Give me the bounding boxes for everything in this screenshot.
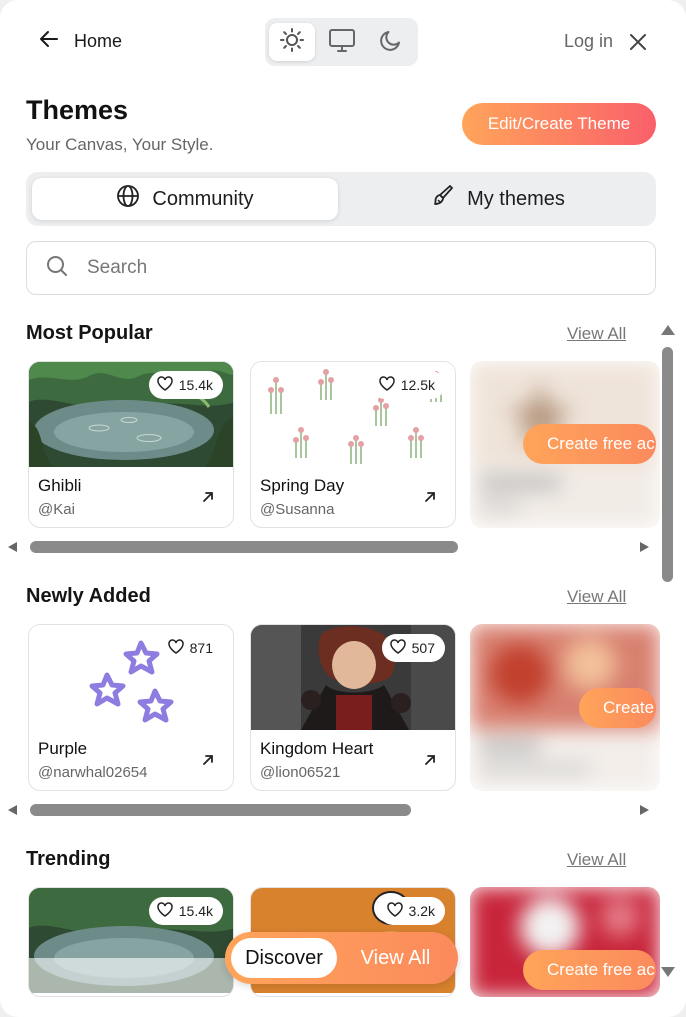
view-all-trending[interactable]: View All <box>567 850 626 870</box>
page-subtitle: Your Canvas, Your Style. <box>26 135 214 154</box>
view-all-newly-added[interactable]: View All <box>567 587 626 607</box>
theme-card-ghibli[interactable]: 15.4k Ghibli @Kai <box>28 361 234 528</box>
section-title-most-popular: Most Popular <box>26 322 153 344</box>
theme-card-spring-day[interactable]: 12.5k Spring Day @Susanna <box>250 361 456 528</box>
moon-icon <box>378 27 404 58</box>
arrow-up-right-icon[interactable] <box>201 490 215 509</box>
vertical-scrollbar[interactable] <box>661 325 675 977</box>
theme-name: Ghibli <box>38 476 82 495</box>
scrollbar-thumb[interactable] <box>30 541 458 553</box>
heart-icon <box>378 376 395 394</box>
theme-mode-switch <box>265 18 418 66</box>
like-count: 3.2k <box>408 903 435 919</box>
like-count: 871 <box>189 640 213 656</box>
create-free-account-button[interactable]: Create free ac <box>523 424 656 464</box>
heart-icon <box>386 902 403 920</box>
scroll-right-icon[interactable] <box>640 805 649 815</box>
tab-community[interactable]: Community <box>32 178 338 220</box>
like-badge[interactable]: 871 <box>159 634 223 662</box>
tab-my-themes[interactable]: My themes <box>344 178 650 220</box>
heart-icon <box>156 902 173 920</box>
home-label: Home <box>74 31 123 51</box>
like-count: 507 <box>411 640 435 656</box>
themes-panel: Home Log in Themes Your Canvas, Your Sty… <box>0 0 686 1017</box>
system-mode-button[interactable] <box>319 23 365 61</box>
theme-author: @Susanna <box>260 501 335 518</box>
like-badge[interactable]: 12.5k <box>370 371 445 399</box>
search-icon <box>45 254 69 283</box>
view-all-most-popular[interactable]: View All <box>567 324 626 344</box>
heart-icon <box>389 639 406 657</box>
theme-card-trending-1[interactable]: 15.4k <box>28 887 234 997</box>
theme-name: Purple <box>38 739 88 758</box>
horizontal-scrollbar[interactable] <box>6 801 656 819</box>
theme-author: @Kai <box>38 501 75 518</box>
search-input[interactable] <box>87 257 607 279</box>
bottom-nav-pill: Discover View All <box>225 932 458 984</box>
theme-card-kingdom-heart[interactable]: 507 Kingdom Heart @lion06521 <box>250 624 456 791</box>
like-badge[interactable]: 15.4k <box>148 371 223 399</box>
arrow-left-icon <box>38 28 60 55</box>
top-bar: Home Log in <box>26 18 658 68</box>
tab-label: Community <box>152 187 254 210</box>
create-free-account-button[interactable]: Create free ac <box>523 950 656 990</box>
monitor-icon <box>328 27 356 58</box>
arrow-up-right-icon[interactable] <box>423 490 437 509</box>
search-box <box>26 241 656 295</box>
edit-create-theme-button[interactable]: Edit/Create Theme <box>462 103 656 145</box>
light-mode-button[interactable] <box>269 23 315 61</box>
heart-icon <box>167 639 184 657</box>
view-all-button[interactable]: View All <box>339 938 452 978</box>
scroll-right-icon[interactable] <box>640 542 649 552</box>
arrow-up-right-icon[interactable] <box>201 753 215 772</box>
theme-name: Kingdom Heart <box>260 739 374 758</box>
discover-button[interactable]: Discover <box>231 938 337 978</box>
horizontal-scrollbar[interactable] <box>6 538 656 556</box>
close-icon <box>626 34 650 58</box>
like-count: 12.5k <box>400 377 435 393</box>
scroll-left-icon[interactable] <box>8 805 17 815</box>
home-button[interactable]: Home <box>38 28 122 55</box>
page-title: Themes <box>26 95 129 125</box>
heart-icon <box>156 376 173 394</box>
theme-source-tabs: Community My themes <box>26 172 656 226</box>
tab-label: My themes <box>467 187 565 210</box>
section-title-newly-added: Newly Added <box>26 585 151 607</box>
theme-card-purple[interactable]: 871 Purple @narwhal02654 <box>28 624 234 791</box>
login-link[interactable]: Log in <box>564 31 613 52</box>
paintbrush-icon <box>429 183 455 215</box>
scroll-up-icon[interactable] <box>661 325 675 335</box>
section-title-trending: Trending <box>26 848 111 870</box>
theme-name: Spring Day <box>260 476 345 495</box>
scroll-down-icon[interactable] <box>661 967 675 977</box>
theme-author: @narwhal02654 <box>38 764 148 781</box>
scroll-left-icon[interactable] <box>8 542 17 552</box>
scrollbar-thumb[interactable] <box>30 804 411 816</box>
dark-mode-button[interactable] <box>368 23 414 61</box>
like-badge[interactable]: 3.2k <box>378 897 445 925</box>
like-count: 15.4k <box>178 903 213 919</box>
arrow-up-right-icon[interactable] <box>423 753 437 772</box>
scrollbar-thumb[interactable] <box>662 347 673 582</box>
like-badge[interactable]: 15.4k <box>148 897 223 925</box>
close-button[interactable] <box>626 30 650 59</box>
theme-author: @lion06521 <box>260 764 341 781</box>
like-count: 15.4k <box>178 377 213 393</box>
create-free-account-button[interactable]: Create <box>579 688 656 728</box>
like-badge[interactable]: 507 <box>381 634 445 662</box>
sun-icon <box>279 27 305 58</box>
globe-icon <box>116 184 140 214</box>
